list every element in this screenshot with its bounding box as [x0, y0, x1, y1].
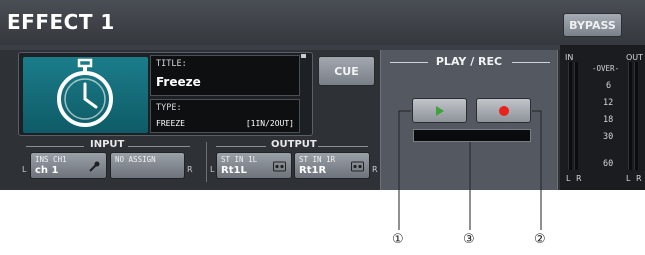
callout-2: ②: [534, 232, 546, 247]
callout-1: ①: [392, 232, 404, 247]
callout-lines: [398, 110, 542, 230]
callout-3: ③: [463, 232, 475, 247]
